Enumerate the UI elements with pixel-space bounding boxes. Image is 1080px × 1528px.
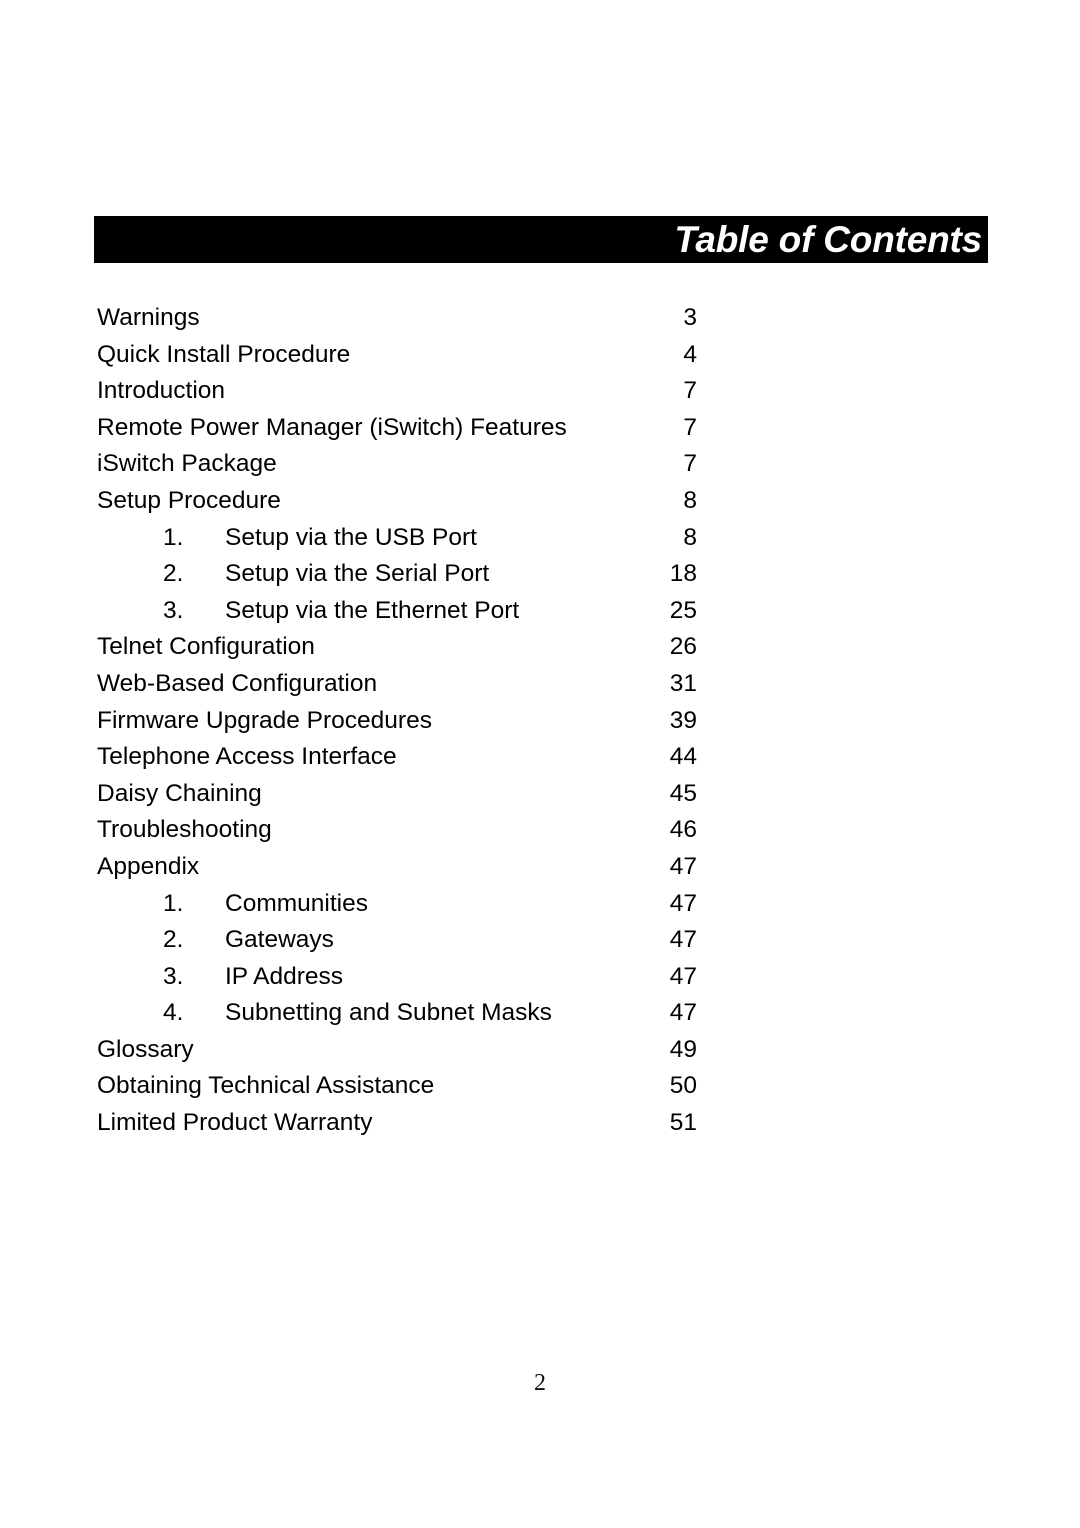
table-of-contents-list: Warnings 3 Quick Install Procedure 4 Introdu… — [97, 300, 697, 1142]
toc-entry-page-number: 51 — [669, 1109, 697, 1137]
toc-entry-page-number: 45 — [669, 779, 697, 807]
toc-entry[interactable]: Quick Install Procedure 4 — [97, 337, 697, 374]
toc-entry-page-number: 46 — [669, 816, 697, 844]
toc-entry-label: Web-Based Configuration — [97, 669, 378, 697]
toc-entry[interactable]: Remote Power Manager (iSwitch) Features 7 — [97, 410, 697, 447]
toc-entry-label: Firmware Upgrade Procedures — [97, 706, 432, 734]
toc-entry[interactable]: Obtaining Technical Assistance 50 — [97, 1068, 697, 1105]
toc-entry-label: Gateways — [225, 926, 334, 954]
toc-entry[interactable]: Telnet Configuration 26 — [97, 629, 697, 666]
toc-entry[interactable]: Appendix 47 — [97, 849, 697, 886]
toc-entry[interactable]: Daisy Chaining 45 — [97, 776, 697, 813]
toc-entry[interactable]: 1. Setup via the USB Port 8 — [97, 520, 697, 557]
toc-entry-page-number: 18 — [669, 560, 697, 588]
toc-entry-page-number: 25 — [669, 596, 697, 624]
toc-entry[interactable]: Introduction 7 — [97, 373, 697, 410]
document-page: Table of Contents Warnings 3 Quick Install… — [0, 0, 1080, 1528]
toc-entry-page-number: 31 — [669, 669, 697, 697]
toc-entry[interactable]: Telephone Access Interface 44 — [97, 739, 697, 776]
toc-entry-label: Setup via the Ethernet Port — [225, 596, 520, 624]
toc-entry-page-number: 8 — [683, 486, 697, 514]
toc-entry-label: IP Address — [225, 962, 344, 990]
toc-entry-page-number: 39 — [669, 706, 697, 734]
toc-entry-page-number: 47 — [669, 889, 697, 917]
table-of-contents-header-bar: Table of Contents — [94, 216, 988, 263]
toc-entry-page-number: 47 — [669, 999, 697, 1027]
toc-entry-page-number: 47 — [669, 962, 697, 990]
toc-entry-number: 1. — [163, 889, 184, 917]
toc-entry-page-number: 26 — [669, 633, 697, 661]
toc-entry-label: iSwitch Package — [97, 450, 277, 478]
toc-entry-label: Appendix — [97, 852, 200, 880]
toc-entry[interactable]: Limited Product Warranty 51 — [97, 1105, 697, 1142]
toc-entry-label: Obtaining Technical Assistance — [97, 1072, 435, 1100]
toc-entry-page-number: 7 — [683, 450, 697, 478]
toc-entry[interactable]: Setup Procedure 8 — [97, 483, 697, 520]
toc-entry[interactable]: 2. Setup via the Serial Port 18 — [97, 556, 697, 593]
toc-entry-label: Telnet Configuration — [97, 633, 315, 661]
toc-entry-label: Warnings — [97, 304, 200, 331]
toc-entry-label: Communities — [225, 889, 368, 917]
toc-entry-number: 4. — [163, 999, 184, 1027]
toc-entry-page-number: 49 — [669, 1035, 697, 1063]
toc-entry-label: Troubleshooting — [97, 816, 272, 844]
toc-entry-label: Daisy Chaining — [97, 779, 262, 807]
toc-entry[interactable]: 4. Subnetting and Subnet Masks 47 — [97, 995, 697, 1032]
toc-entry-page-number: 50 — [669, 1072, 697, 1100]
toc-entry[interactable]: Warnings 3 — [97, 300, 697, 337]
toc-entry-page-number: 47 — [669, 926, 697, 954]
toc-entry-page-number: 3 — [683, 304, 697, 331]
toc-entry-number: 1. — [163, 523, 184, 551]
toc-entry-number: 3. — [163, 596, 184, 624]
toc-entry-number: 2. — [163, 926, 184, 954]
toc-entry-label: Remote Power Manager (iSwitch) Features — [97, 413, 567, 441]
toc-entry[interactable]: iSwitch Package 7 — [97, 446, 697, 483]
toc-entry-page-number: 8 — [683, 523, 697, 551]
toc-entry-label: Limited Product Warranty — [97, 1109, 373, 1137]
toc-entry[interactable]: Firmware Upgrade Procedures 39 — [97, 703, 697, 740]
toc-entry[interactable]: Glossary 49 — [97, 1032, 697, 1069]
toc-entry-label: Introduction — [97, 377, 226, 405]
toc-entry[interactable]: 2. Gateways 47 — [97, 922, 697, 959]
toc-entry-number: 3. — [163, 962, 184, 990]
toc-entry-label: Quick Install Procedure — [97, 340, 351, 368]
toc-entry-label: Telephone Access Interface — [97, 743, 397, 771]
toc-entry-label: Glossary — [97, 1035, 194, 1063]
footer-page-number: 2 — [534, 1370, 546, 1396]
page-title: Table of Contents — [674, 218, 982, 260]
toc-entry[interactable]: 3. IP Address 47 — [97, 959, 697, 996]
toc-entry-label: Setup via the USB Port — [225, 523, 477, 551]
toc-entry-page-number: 7 — [683, 413, 697, 441]
toc-entry-page-number: 4 — [683, 340, 697, 368]
toc-entry[interactable]: 3. Setup via the Ethernet Port 25 — [97, 593, 697, 630]
toc-entry-page-number: 7 — [683, 377, 697, 405]
toc-entry-number: 2. — [163, 560, 184, 588]
toc-entry-label: Setup via the Serial Port — [225, 560, 490, 588]
toc-entry-page-number: 44 — [669, 743, 697, 771]
toc-entry[interactable]: 1. Communities 47 — [97, 886, 697, 923]
toc-entry[interactable]: Troubleshooting 46 — [97, 812, 697, 849]
toc-entry-page-number: 47 — [669, 852, 697, 880]
toc-entry-label: Setup Procedure — [97, 486, 281, 514]
toc-entry[interactable]: Web-Based Configuration 31 — [97, 666, 697, 703]
toc-entry-label: Subnetting and Subnet Masks — [225, 999, 552, 1027]
